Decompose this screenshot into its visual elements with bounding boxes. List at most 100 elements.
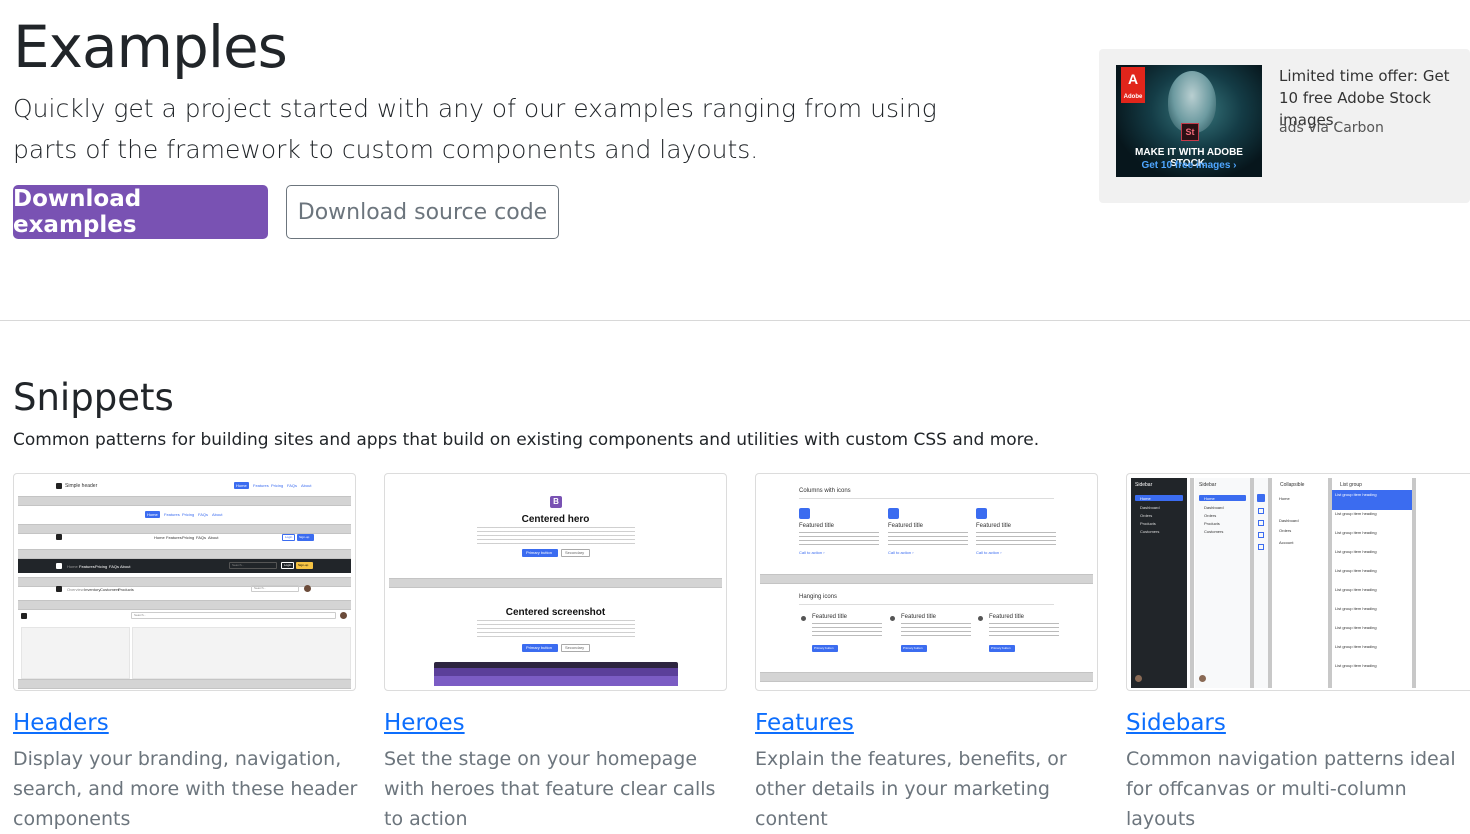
thumb-sidebar-title: List group [1340, 482, 1362, 488]
feature-icon [890, 616, 895, 621]
thumb-nav-item: Features [253, 483, 269, 488]
thumb-feature-title: Featured title [976, 523, 1012, 529]
thumb-divider [799, 498, 1054, 499]
thumb-sidebar-item: Home [1204, 496, 1215, 501]
thumb-feature-title: Featured title [888, 523, 924, 529]
thumb-nav-item: Home [154, 535, 165, 540]
thumb-sidebar-item: Orders [1140, 513, 1153, 518]
thumb-link: Call to action › [976, 550, 1002, 555]
thumb-nav-item: Home [147, 512, 158, 517]
thumb-nav-item: Features [164, 512, 180, 517]
feature-icon [799, 508, 810, 519]
thumb-nav-item: Pricing [271, 483, 284, 488]
download-examples-button[interactable]: Download examples [13, 185, 268, 239]
thumb-link: Call to action › [799, 550, 825, 555]
thumb-list-item: List group item heading [1335, 663, 1377, 668]
thumb-nav-item: FAQs [109, 564, 120, 569]
thumb-list-item: List group item heading [1335, 549, 1377, 554]
thumb-signup-label: Sign-up [299, 535, 310, 539]
page-title: Examples [13, 13, 288, 81]
sidebars-description: Common navigation patterns ideal for off… [1126, 748, 1456, 830]
heroes-link[interactable]: Heroes [384, 710, 465, 736]
thumb-divider [18, 549, 351, 559]
thumb-icon [1258, 532, 1264, 538]
thumb-paragraph [888, 532, 968, 546]
thumb-sidebar-title: Sidebar [1135, 482, 1153, 488]
thumb-sidebar-item: Customers [1204, 529, 1224, 534]
thumb-hero-title: Centered screenshot [505, 607, 606, 618]
headers-thumbnail[interactable]: Simple header Home Features Pricing FAQs… [13, 473, 356, 691]
thumb-panel [132, 627, 351, 679]
thumb-divider [389, 578, 722, 588]
thumb-divider [760, 672, 1093, 682]
avatar [1135, 675, 1142, 682]
snippets-lead: Common patterns for building sites and a… [13, 430, 1040, 450]
thumb-primary-label: Primary button [814, 646, 834, 650]
sidebars-link[interactable]: Sidebars [1126, 710, 1226, 736]
thumb-icon-active [1257, 494, 1265, 502]
adobe-stock-badge: St [1181, 123, 1199, 141]
thumb-icon [1258, 508, 1264, 514]
thumb-list-item: List group item heading [1335, 511, 1377, 516]
thumb-nav-item: Pricing [182, 535, 195, 540]
thumb-section-title: Hanging icons [799, 594, 838, 600]
thumb-nav-item: About [208, 535, 219, 540]
features-thumbnail[interactable]: Columns with icons Featured title Featur… [755, 473, 1098, 691]
thumb-list-item: List group item heading [1335, 644, 1377, 649]
features-description: Explain the features, benefits, or other… [755, 748, 1067, 830]
thumb-feature-title: Featured title [901, 614, 937, 620]
thumb-paragraph [812, 623, 882, 639]
thumb-nav-item: About [212, 512, 223, 517]
headers-link[interactable]: Headers [13, 710, 109, 736]
thumb-sidebar-item: Account [1279, 540, 1294, 545]
bootstrap-logo-icon [56, 586, 62, 592]
thumb-divider [799, 604, 1054, 605]
thumb-divider [18, 496, 351, 506]
thumb-list-item: List group item heading [1335, 568, 1377, 573]
thumb-search-placeholder: Search... [134, 613, 147, 617]
thumb-nav-item: FAQs [287, 483, 298, 488]
thumb-divider [18, 679, 351, 689]
thumb-search-placeholder: Search... [254, 586, 267, 590]
thumb-primary-label: Primary button [526, 550, 553, 555]
thumb-link: Call to action › [888, 550, 914, 555]
thumb-screenshot-image [434, 662, 678, 686]
page-lead: Quickly get a project started with any o… [13, 94, 937, 164]
heroes-description: Set the stage on your homepage with hero… [384, 748, 716, 830]
thumb-nav-item: About [120, 564, 131, 569]
thumb-primary-label: Primary button [903, 646, 923, 650]
thumb-list-item: List group item heading [1335, 530, 1377, 535]
feature-icon [978, 616, 983, 621]
download-source-button[interactable]: Download source code [286, 185, 559, 239]
thumb-list-item: List group item heading [1335, 587, 1377, 592]
thumb-icon [1258, 544, 1264, 550]
thumb-search-input [131, 612, 336, 619]
features-link[interactable]: Features [755, 710, 854, 736]
thumb-panel [21, 627, 130, 679]
thumb-divider [18, 524, 351, 534]
headers-description: Display your branding, navigation, searc… [13, 748, 358, 830]
thumb-divider [18, 577, 351, 587]
thumb-list-item: List group item heading [1335, 492, 1377, 497]
thumb-primary-label: Primary button [526, 645, 553, 650]
avatar [304, 585, 311, 592]
thumb-search-placeholder: Search... [232, 563, 245, 567]
thumb-nav-item: Features [79, 564, 95, 569]
thumb-nav-item: Pricing [95, 564, 108, 569]
adobe-logo: A Adobe [1121, 67, 1145, 103]
thumb-divider [18, 600, 351, 610]
thumb-nav-item: About [301, 483, 312, 488]
thumb-brand: Simple header [65, 483, 98, 489]
sidebars-thumbnail[interactable]: Sidebar Home Dashboard Orders Products C… [1126, 473, 1470, 691]
thumb-nav-item: Customers [100, 587, 120, 592]
carbon-ad-image[interactable]: A Adobe St MAKE IT WITH ADOBE STOCK. Get … [1116, 65, 1262, 177]
thumb-hero-title: Centered hero [521, 514, 590, 525]
thumb-collapsible-sidebar [1272, 478, 1328, 688]
thumb-nav-item: FAQs [196, 535, 207, 540]
avatar [340, 612, 347, 619]
heroes-thumbnail[interactable]: B Centered hero Primary button Secondary… [384, 473, 727, 691]
thumb-secondary-label: Secondary [565, 550, 585, 555]
thumb-paragraph [477, 527, 635, 545]
carbon-ad-via[interactable]: ads via Carbon [1279, 120, 1384, 136]
thumb-nav-item: Overview [67, 587, 84, 592]
